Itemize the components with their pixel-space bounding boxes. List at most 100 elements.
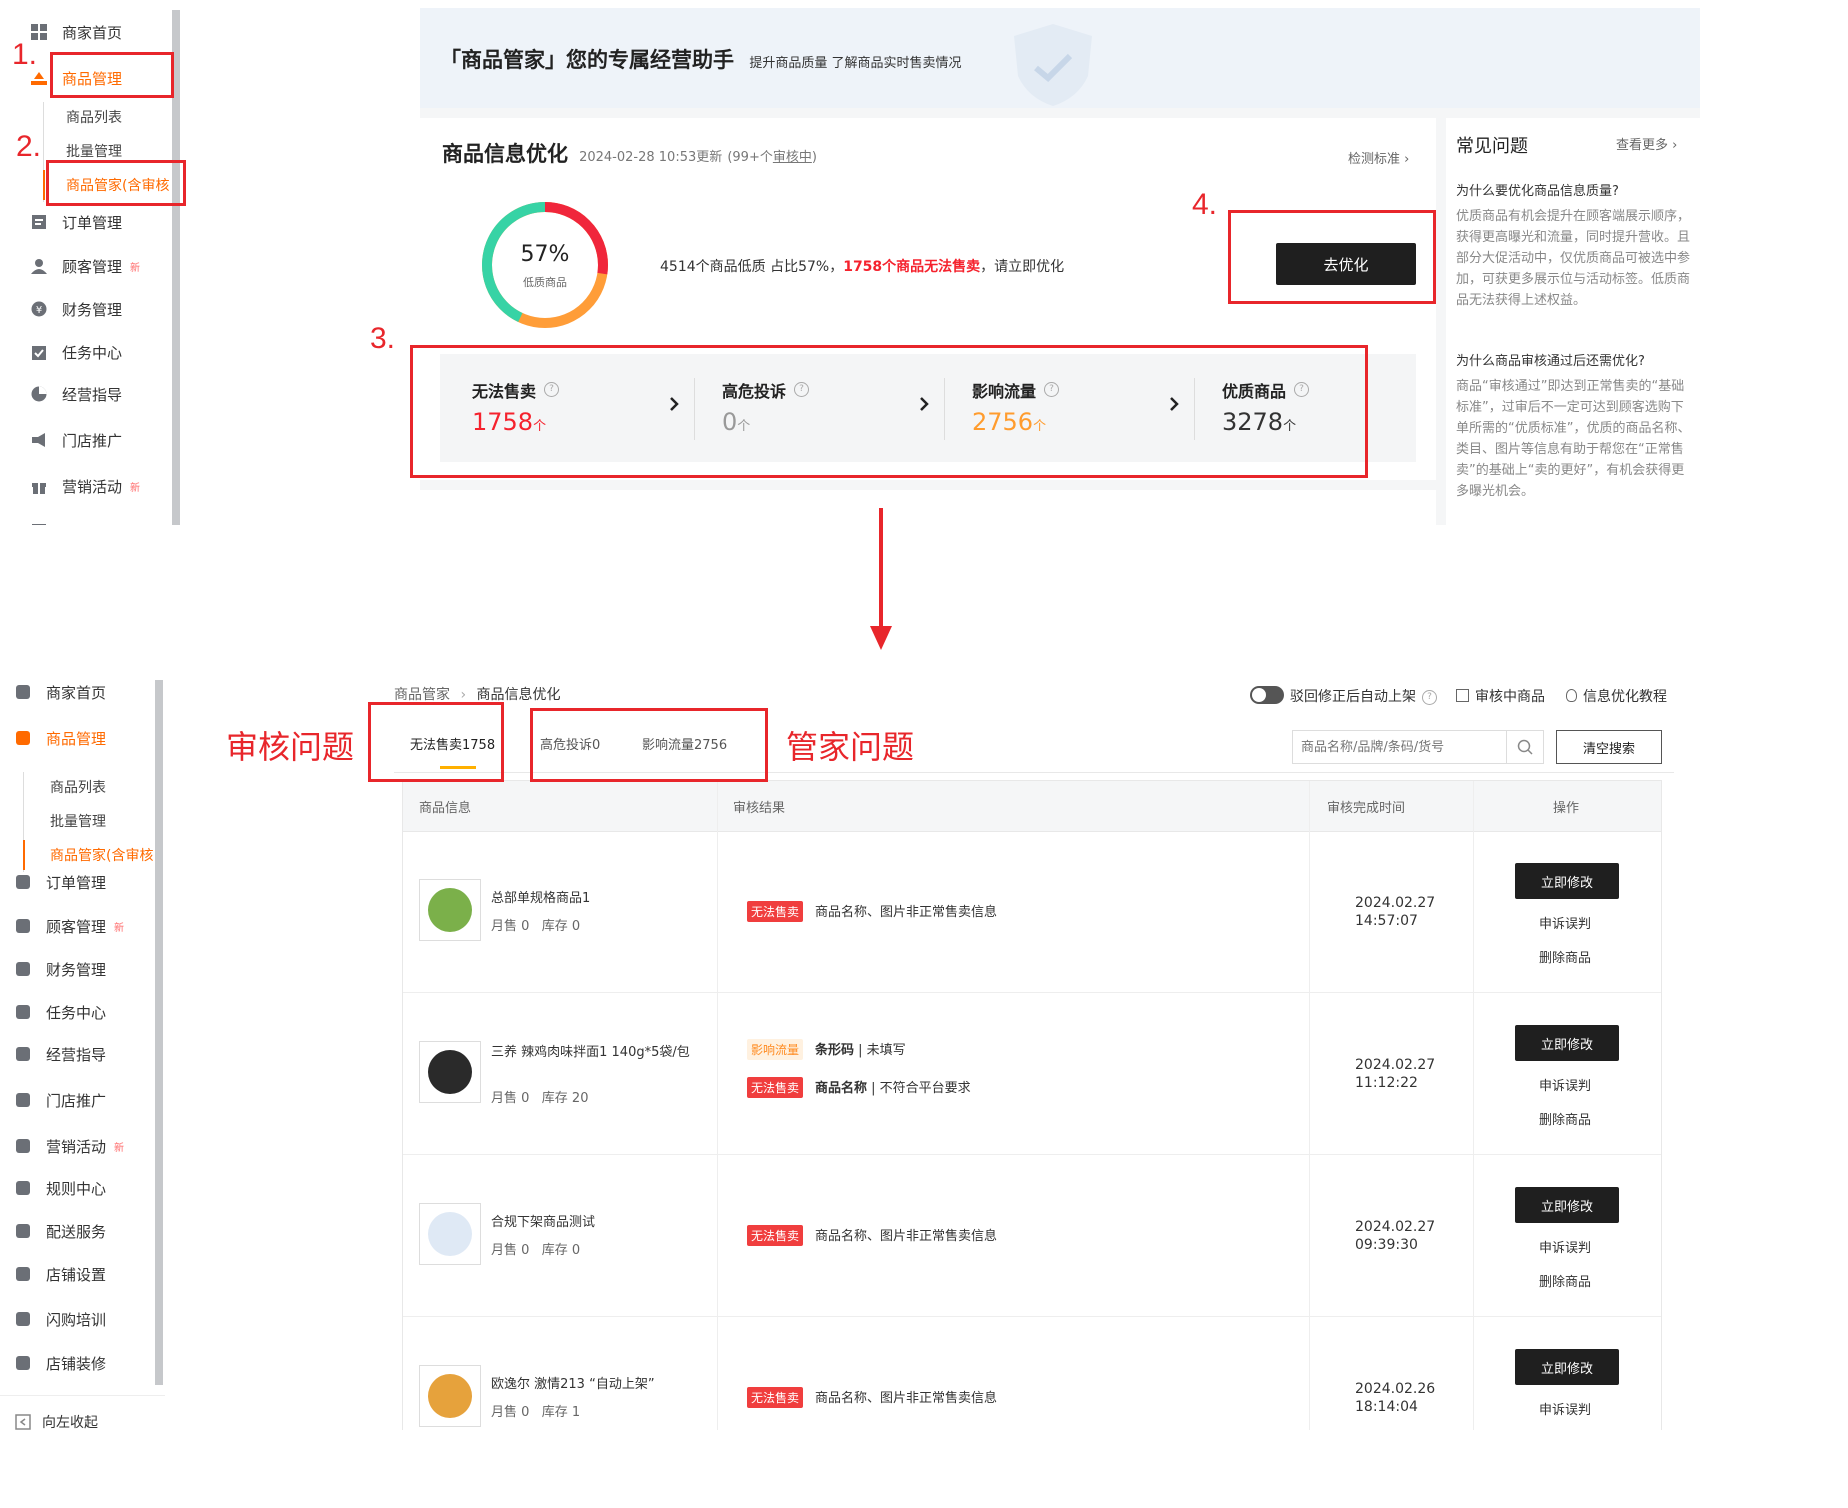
faq-more-link[interactable]: 查看更多 › xyxy=(1616,134,1677,153)
product-stats: 月售 0 库存 0 xyxy=(491,1243,581,1258)
audit-time: 11:12:22 xyxy=(1355,1075,1418,1091)
faq-q2[interactable]: 为什么商品审核通过后还需优化? xyxy=(1456,350,1692,369)
sidebar-item-10[interactable]: 配送服务 xyxy=(14,1211,106,1251)
issue-tag: 无法售卖 xyxy=(747,901,804,922)
sidebar-item-guidance[interactable]: 经营指导 xyxy=(30,374,122,414)
sidebar-bottom: 商品列表 批量管理 商品管家(含审核 向左收起 商家首页 商品管理 订单管理 顾客管理… xyxy=(0,670,165,1430)
sidebar-item-6[interactable]: 经营指导 xyxy=(14,1034,106,1074)
audit-issue: 无法售卖 商品名称、图片非正常售卖信息 xyxy=(747,1387,997,1408)
product-stats: 月售 0 库存 0 xyxy=(491,919,581,934)
auto-shelf-toggle[interactable] xyxy=(1250,686,1284,704)
sidebar-item-4[interactable]: 财务管理 xyxy=(14,949,106,989)
breadcrumb: 商品管家 › 商品信息优化 xyxy=(394,687,561,703)
delete-product-link[interactable]: 删除商品 xyxy=(1539,947,1591,966)
clear-search-button[interactable]: 清空搜索 xyxy=(1556,730,1662,764)
new-badge: 新 xyxy=(130,262,141,274)
sidebar-sub-product-list[interactable]: 商品列表 xyxy=(66,102,122,132)
rules-icon xyxy=(30,521,48,525)
sidebar-scrollbar[interactable] xyxy=(155,680,163,1385)
audit-issue: 无法售卖 商品名称、图片非正常售卖信息 xyxy=(747,901,997,922)
edit-now-button[interactable]: 立即修改 xyxy=(1515,1025,1619,1061)
search-button[interactable] xyxy=(1506,730,1544,764)
edit-now-button[interactable]: 立即修改 xyxy=(1515,1187,1619,1223)
card-title: 商品信息优化 xyxy=(442,142,568,166)
tutorial-link[interactable]: 信息优化教程 xyxy=(1566,686,1667,706)
training-icon xyxy=(14,1310,32,1328)
delete-product-link[interactable]: 删除商品 xyxy=(1539,1271,1591,1290)
sidebar-item-orders[interactable]: 订单管理 xyxy=(30,202,122,242)
bulb-icon xyxy=(1566,689,1577,702)
sidebar-item-tasks[interactable]: 任务中心 xyxy=(30,332,122,372)
sidebar-item-11[interactable]: 店铺设置 xyxy=(14,1254,106,1294)
sidebar-item-label: 商家首页 xyxy=(62,23,123,42)
sidebar-item-customers[interactable]: 顾客管理新 xyxy=(30,246,140,286)
sidebar-item-marketing[interactable]: 营销活动新 xyxy=(30,466,140,506)
sidebar-item-3[interactable]: 顾客管理新 xyxy=(14,906,124,946)
delete-product-link[interactable]: 删除商品 xyxy=(1539,1109,1591,1128)
appeal-link[interactable]: 申诉误判 xyxy=(1539,1237,1591,1256)
audit-products-link[interactable]: 审核中商品 xyxy=(1456,686,1545,706)
product-thumbnail[interactable] xyxy=(419,879,481,941)
annotation-2: 2. xyxy=(16,130,42,163)
svg-text:¥: ¥ xyxy=(36,305,42,316)
new-badge: 新 xyxy=(114,1142,125,1154)
appeal-link[interactable]: 申诉误判 xyxy=(1539,913,1591,932)
pending-audit-link[interactable]: 审核中 xyxy=(773,150,812,165)
sidebar-item-0[interactable]: 商家首页 xyxy=(14,672,106,712)
edit-now-button[interactable]: 立即修改 xyxy=(1515,863,1619,899)
faq-q1[interactable]: 为什么要优化商品信息质量? xyxy=(1456,180,1692,199)
audit-time: 09:39:30 xyxy=(1355,1237,1418,1253)
column-header: 商品信息 xyxy=(419,801,472,816)
edit-now-button[interactable]: 立即修改 xyxy=(1515,1349,1619,1385)
collapse-button[interactable]: 向左收起 xyxy=(14,1402,98,1430)
sidebar-item-8[interactable]: 营销活动新 xyxy=(14,1126,124,1166)
pie-icon xyxy=(14,1045,32,1063)
product-thumbnail[interactable] xyxy=(419,1365,481,1427)
table-row: 合规下架商品测试 月售 0 库存 0 无法售卖 商品名称、图片非正常售卖信息 2024.… xyxy=(403,1155,1661,1317)
sidebar-item-5[interactable]: 任务中心 xyxy=(14,992,106,1032)
breadcrumb-current: 商品信息优化 xyxy=(476,687,561,703)
clipboard-icon xyxy=(30,343,48,361)
sidebar-item-9[interactable]: 规则中心 xyxy=(14,1168,106,1208)
product-name[interactable]: 合规下架商品测试 xyxy=(491,1215,701,1231)
column-header: 审核结果 xyxy=(733,801,786,816)
sidebar-item-home[interactable]: 商家首页 xyxy=(30,12,122,52)
sidebar-item-13[interactable]: 店铺装修 xyxy=(14,1343,106,1383)
shield-icon xyxy=(1008,20,1098,112)
quality-summary: 4514个商品低质 占比57%，1758个商品无法售卖，请立即优化 xyxy=(660,259,1065,275)
appeal-link[interactable]: 申诉误判 xyxy=(1539,1075,1591,1094)
sidebar-sub-batch[interactable]: 批量管理 xyxy=(50,806,106,836)
product-thumbnail[interactable] xyxy=(419,1203,481,1265)
sidebar-item-promotion[interactable]: 门店推广 xyxy=(30,420,122,460)
help-icon[interactable]: ? xyxy=(1422,689,1437,705)
table-row: 三养 辣鸡肉味拌面1 140g*5袋/包 月售 0 库存 20 影响流量 条形码 | … xyxy=(403,993,1661,1155)
coin-icon xyxy=(14,960,32,978)
search-input[interactable] xyxy=(1292,730,1506,764)
donut-percent: 57% xyxy=(520,242,570,267)
product-thumbnail[interactable] xyxy=(419,1041,481,1103)
product-name[interactable]: 总部单规格商品1 xyxy=(491,891,701,907)
detect-standard-link[interactable]: 检测标准 › xyxy=(1348,148,1409,167)
annotation-1: 1. xyxy=(12,38,38,71)
donut-label: 低质商品 xyxy=(523,276,567,289)
toggle-label: 驳回修正后自动上架? xyxy=(1290,686,1437,706)
order-icon xyxy=(30,213,48,231)
breadcrumb-parent[interactable]: 商品管家 xyxy=(394,687,450,703)
annotation-box-1 xyxy=(50,52,174,98)
faq-a2: 商品“审核通过”即达到正常售卖的“基础标准”，过审后不一定可达到顾客选购下单所需… xyxy=(1456,379,1691,499)
product-name[interactable]: 欧逸尔 激情213 “自动上架” xyxy=(491,1377,701,1393)
sidebar-item-2[interactable]: 订单管理 xyxy=(14,862,106,902)
butler-issue-box xyxy=(530,708,768,782)
sidebar-sub-product-list[interactable]: 商品列表 xyxy=(50,772,106,802)
product-name[interactable]: 三养 辣鸡肉味拌面1 140g*5袋/包 xyxy=(491,1045,701,1061)
sidebar-item-7[interactable]: 门店推广 xyxy=(14,1080,106,1120)
appeal-link[interactable]: 申诉误判 xyxy=(1539,1399,1591,1418)
clipboard-icon xyxy=(14,1003,32,1021)
rules-icon xyxy=(14,1179,32,1197)
sidebar-item-finance[interactable]: ¥ 财务管理 xyxy=(30,289,122,329)
banner-subtitle: 提升商品质量 了解商品实时售卖情况 xyxy=(749,56,962,71)
bottom-screenshot: 商品列表 批量管理 商品管家(含审核 向左收起 商家首页 商品管理 订单管理 顾客管理… xyxy=(0,660,1848,1430)
sidebar-item-1[interactable]: 商品管理 xyxy=(14,718,106,758)
sidebar-item-12[interactable]: 闪购培训 xyxy=(14,1299,106,1339)
collapse-left-icon xyxy=(14,1413,32,1430)
